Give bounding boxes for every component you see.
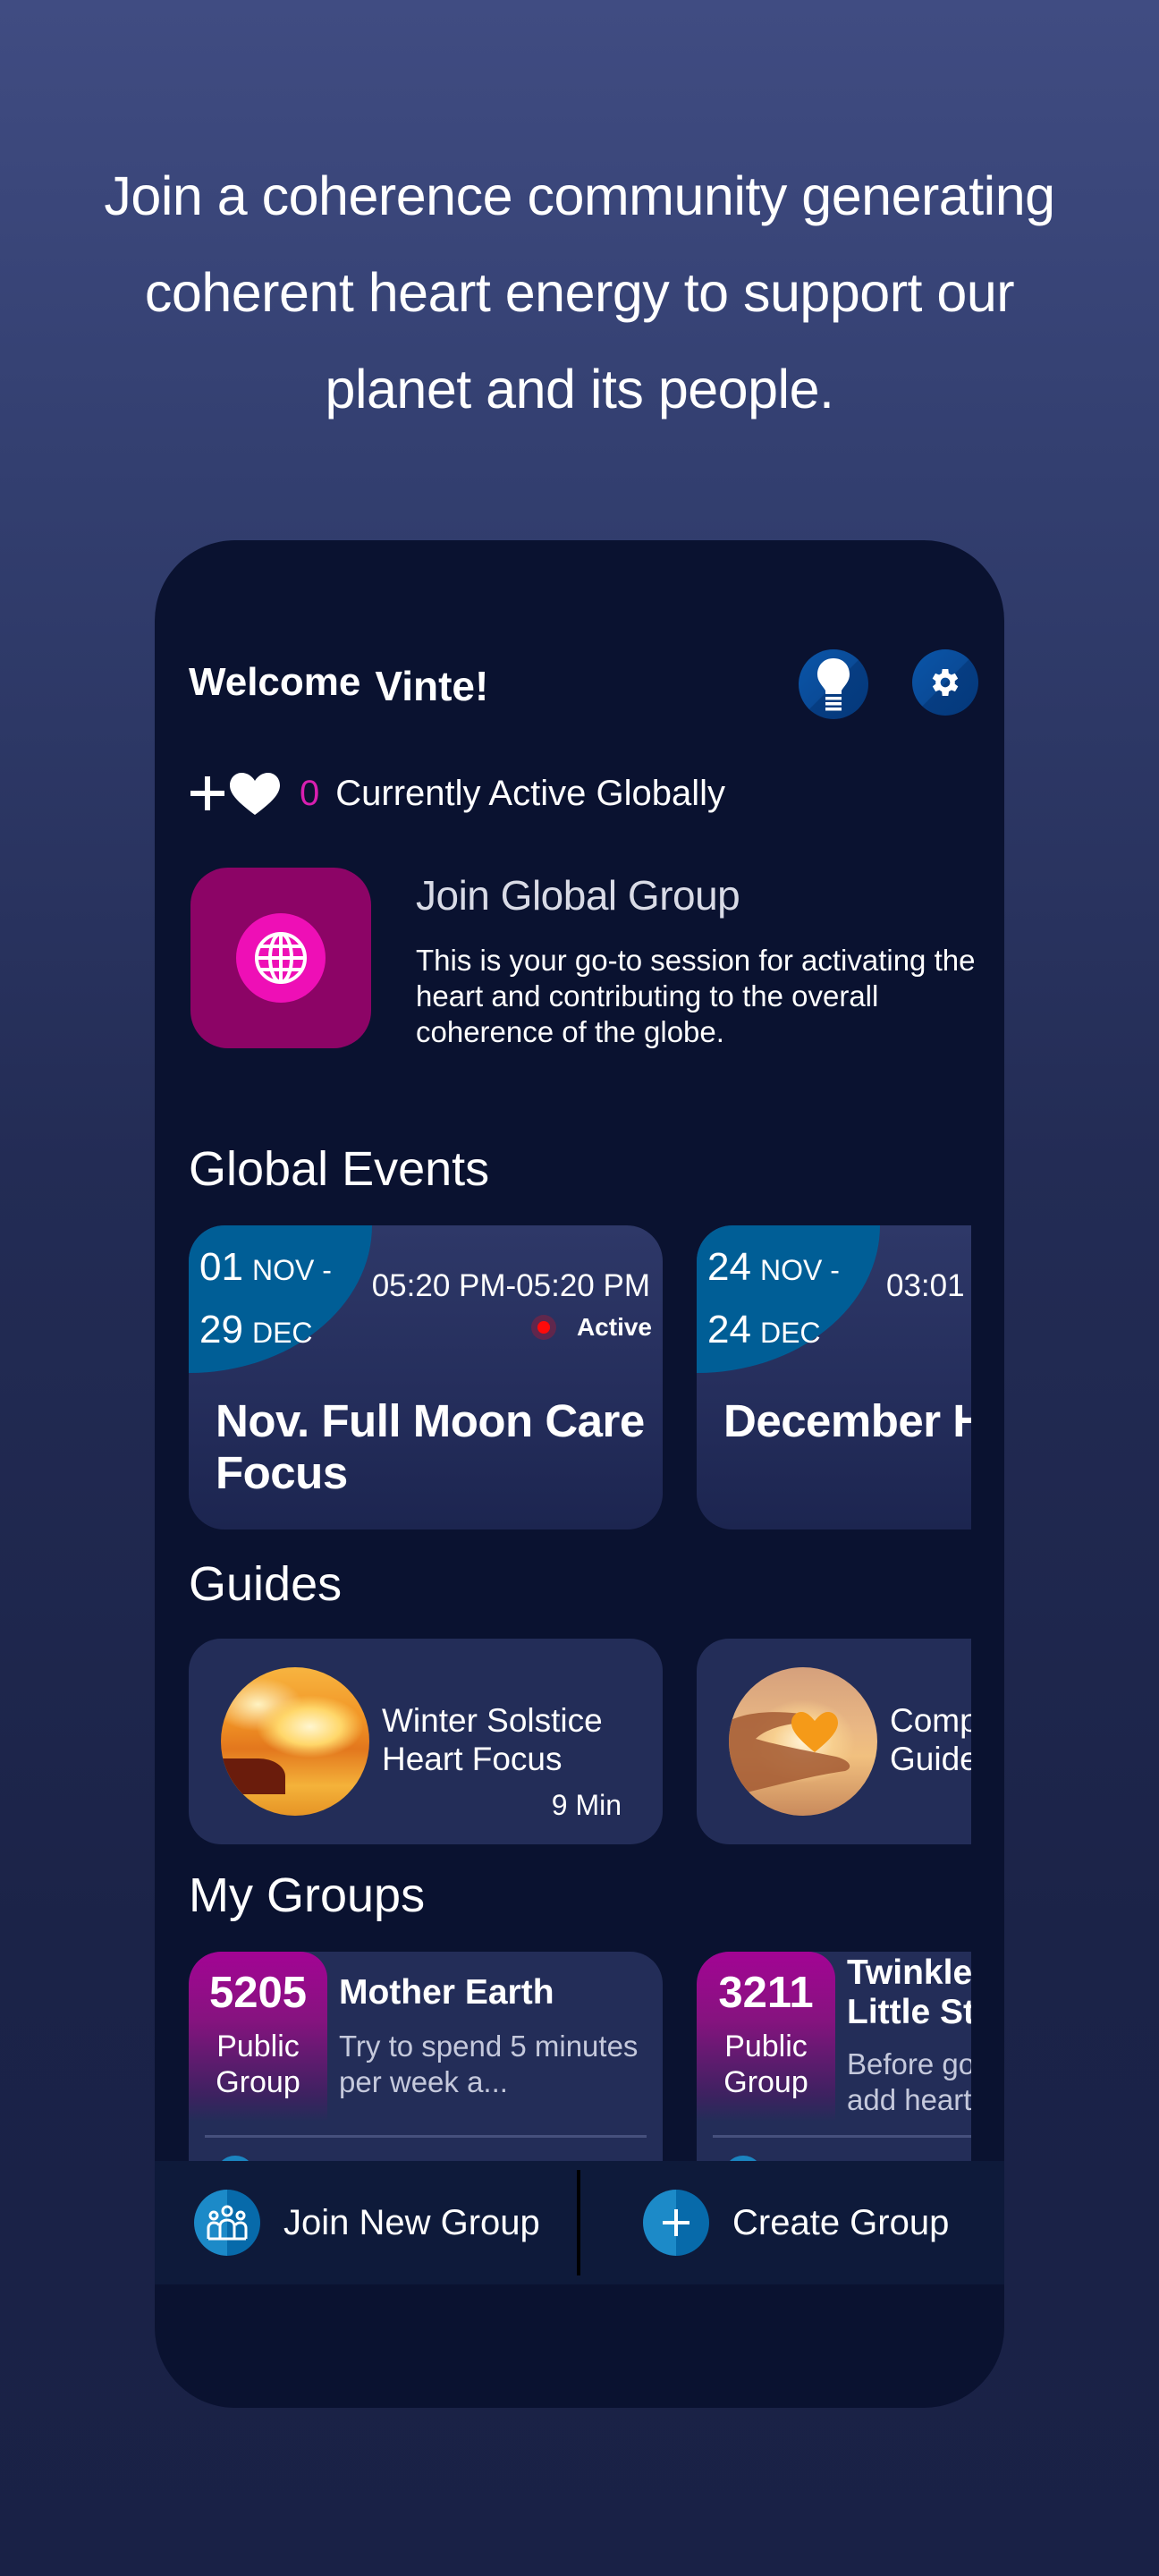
tips-button[interactable] <box>799 649 868 719</box>
group-member-count: 3211 <box>718 1969 814 2017</box>
global-events-carousel[interactable]: 01 NOV - 29 DEC 05:20 PM-05:20 PM Active <box>189 1225 971 1530</box>
tagline: Join a coherence community generating co… <box>54 148 1105 437</box>
group-card[interactable]: 5205 Public Group Mother Earth Try to sp… <box>189 1952 663 2168</box>
global-group-description: This is your go-to session for activatin… <box>416 944 976 1048</box>
global-events-heading: Global Events <box>189 1142 490 1196</box>
event-date-range: 01 NOV - 29 DEC <box>199 1245 332 1352</box>
group-divider <box>713 2135 971 2138</box>
group-member-badge: 3211 Public Group <box>697 1952 835 2122</box>
group-description: Try to spend 5 minutes per week a... <box>339 2029 639 2098</box>
tagline-line-1: Join a coherence community generating <box>104 165 1055 226</box>
lightbulb-icon <box>817 658 850 711</box>
tagline-line-2: coherent heart energy to support our <box>144 262 1015 323</box>
guide-card[interactable]: Comp Guide <box>697 1639 971 1844</box>
event-card[interactable]: 24 NOV - 24 DEC 03:01 December H Warmth … <box>697 1225 971 1530</box>
active-label: Currently Active Globally <box>335 773 725 813</box>
guides-carousel[interactable]: Winter Solstice Heart Focus 9 Min Comp G… <box>189 1639 971 1844</box>
event-time: 05:20 PM-05:20 PM <box>371 1268 650 1303</box>
event-card[interactable]: 01 NOV - 29 DEC 05:20 PM-05:20 PM Active <box>189 1225 663 1530</box>
create-group-label: Create Group <box>732 2202 950 2242</box>
welcome-header: Welcome Vinte! <box>189 657 488 709</box>
live-dot-icon <box>537 1321 550 1334</box>
event-status-badge: Active <box>537 1313 652 1342</box>
group-type: Public Group <box>216 2029 300 2099</box>
active-count: 0 <box>300 773 320 813</box>
event-date-range: 24 NOV - 24 DEC <box>707 1245 840 1352</box>
plus-icon <box>663 2209 689 2236</box>
event-title: December H Warmth and <box>723 1395 971 1446</box>
guides-heading: Guides <box>189 1557 343 1611</box>
create-group-button[interactable]: Create Group <box>580 2161 1004 2284</box>
group-type: Public Group <box>723 2029 808 2099</box>
user-name: Vinte! <box>375 663 489 709</box>
guide-title: Winter Solstice Heart Focus <box>382 1702 603 1777</box>
join-new-group-button[interactable]: Join New Group <box>155 2161 577 2284</box>
group-actions-bar: Join New Group Create Group <box>155 2161 1004 2284</box>
globe-badge <box>236 913 326 1003</box>
people-group-icon <box>207 2205 248 2241</box>
welcome-label: Welcome <box>189 660 361 704</box>
join-global-group[interactable]: Join Global Group This is your go-to ses… <box>190 868 977 1055</box>
group-member-badge: 5205 Public Group <box>189 1952 327 2122</box>
globe-icon <box>255 932 307 984</box>
group-card[interactable]: 3211 Public Group Twinkle Little St Befo… <box>697 1952 971 2168</box>
guide-duration: 9 Min <box>551 1789 622 1821</box>
global-active-counter: 0 Currently Active Globally <box>187 768 725 818</box>
group-name: Mother Earth <box>339 1973 554 2012</box>
my-groups-carousel[interactable]: 5205 Public Group Mother Earth Try to sp… <box>189 1952 971 2168</box>
event-status-label: Active <box>576 1313 652 1341</box>
guide-thumbnail <box>729 1667 877 1816</box>
heart-in-hand-image <box>729 1712 850 1792</box>
home-screen[interactable]: Welcome Vinte! 0 Currently Active Global… <box>155 540 1004 2168</box>
event-title: Nov. Full Moon Care Focus <box>216 1395 645 1498</box>
guide-title: Comp Guide <box>890 1702 971 1777</box>
plus-heart-icon <box>190 773 280 815</box>
tagline-line-3: planet and its people. <box>325 359 834 419</box>
global-group-tile <box>190 868 371 1048</box>
phone-frame: Welcome Vinte! 0 Currently Active Global… <box>155 540 1004 2408</box>
join-new-group-label: Join New Group <box>283 2202 540 2242</box>
gear-icon <box>932 669 959 696</box>
guide-thumbnail <box>221 1667 369 1816</box>
settings-button[interactable] <box>912 649 978 716</box>
group-name: Twinkle Little St <box>847 1953 971 2031</box>
event-time: 03:01 <box>886 1268 965 1303</box>
global-group-title: Join Global Group <box>416 872 740 919</box>
group-member-count: 5205 <box>208 1969 307 2017</box>
group-description: Before go add heart <box>847 2047 971 2116</box>
guide-card[interactable]: Winter Solstice Heart Focus 9 Min <box>189 1639 663 1844</box>
my-groups-heading: My Groups <box>189 1868 426 1922</box>
group-divider <box>205 2135 647 2138</box>
